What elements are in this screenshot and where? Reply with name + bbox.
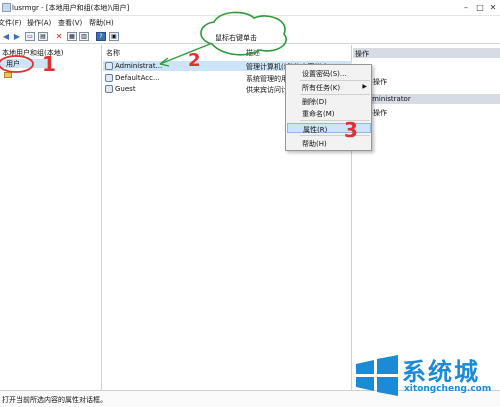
annotation-mark-3: 3 [344, 118, 358, 142]
annotation-mark-1: 1 [42, 52, 56, 76]
annotation-mark-2: 2 [188, 50, 201, 71]
red-circle-mark [0, 55, 34, 73]
annotation-overlay [0, 11, 287, 73]
hint-text: 鼠标右键单击 [215, 34, 257, 42]
hint-arrow [159, 43, 211, 65]
watermark-brand: 系统城 [402, 358, 480, 386]
watermark: 系统城 xitongcheng.com [352, 348, 498, 404]
watermark-site: xitongcheng.com [404, 384, 492, 394]
windows-logo-icon [356, 355, 398, 396]
